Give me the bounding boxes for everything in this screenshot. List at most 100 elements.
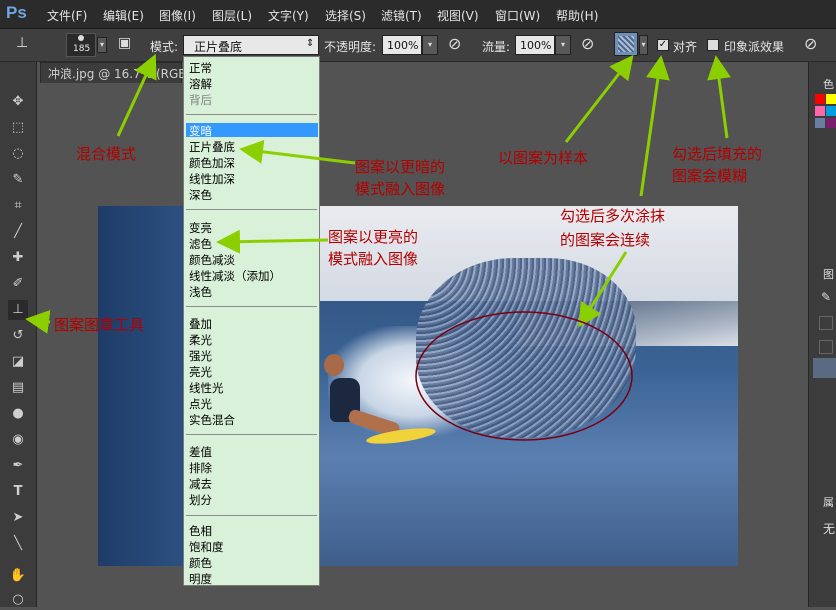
healing-icon[interactable]: ✚ — [8, 248, 28, 268]
move-icon[interactable]: ✥ — [8, 92, 28, 112]
annotation-sample: 以图案为样本 — [498, 149, 589, 167]
blend-hue[interactable]: 色相 — [189, 523, 212, 539]
swatch-gray[interactable] — [815, 118, 825, 128]
blend-multiply[interactable]: 正片叠底 — [189, 139, 235, 155]
swatch-yellow[interactable] — [826, 94, 836, 104]
align-checkbox[interactable]: ✓ — [657, 39, 669, 51]
blend-hard-mix[interactable]: 实色混合 — [189, 412, 235, 428]
blend-saturation[interactable]: 饱和度 — [189, 539, 224, 555]
annotation-stamp-tool: 图案图章工具 — [54, 316, 145, 334]
blend-lighten[interactable]: 变亮 — [189, 220, 212, 236]
blend-linear-dodge[interactable]: 线性减淡（添加） — [189, 268, 281, 284]
properties-empty-text: 无 — [823, 522, 836, 536]
layer-row-selected[interactable] — [813, 358, 836, 378]
stamp-preset-icon[interactable]: ⊥ — [16, 35, 28, 51]
annotation-aligned-1: 勾选后多次涂抹 — [560, 207, 666, 225]
annotation-darker-1: 图案以更暗的 — [355, 158, 446, 176]
gradient-icon[interactable]: ▤ — [8, 378, 28, 398]
annotation-blend-mode: 混合模式 — [76, 145, 137, 163]
blend-color[interactable]: 颜色 — [189, 555, 212, 571]
lasso-icon[interactable]: ◌ — [8, 144, 28, 164]
line-icon[interactable]: ╲ — [8, 534, 28, 554]
type-icon[interactable]: T — [8, 482, 28, 502]
blend-linear-burn[interactable]: 线性加深 — [189, 171, 235, 187]
opacity-dropdown-icon[interactable]: ▾ — [422, 35, 438, 55]
blend-pin-light[interactable]: 点光 — [189, 396, 212, 412]
blend-vivid-light[interactable]: 亮光 — [189, 364, 212, 380]
properties-panel-tab[interactable]: 属 — [823, 494, 834, 510]
flow-input[interactable]: 100% — [515, 35, 555, 55]
flow-dropdown-icon[interactable]: ▾ — [555, 35, 571, 55]
mode-label: 模式: — [150, 40, 179, 54]
blend-exclusion[interactable]: 排除 — [189, 460, 212, 476]
swatch-red[interactable] — [815, 94, 825, 104]
dodge-icon[interactable]: ◉ — [8, 430, 28, 450]
menu-view[interactable]: 视图(V) — [437, 7, 479, 24]
airbrush-icon[interactable]: ⊘ — [581, 34, 594, 53]
blend-lighter-color[interactable]: 浅色 — [189, 284, 212, 300]
blend-linear-light[interactable]: 线性光 — [189, 380, 224, 396]
blend-luminosity[interactable]: 明度 — [189, 571, 212, 587]
annotation-lighter-2: 模式融入图像 — [328, 250, 419, 268]
pressure-size-icon[interactable]: ⊘ — [804, 34, 817, 53]
layer-row[interactable] — [819, 340, 833, 354]
blend-darken[interactable]: 变暗 — [189, 123, 212, 139]
crop-icon[interactable]: ⌗ — [8, 196, 28, 216]
blend-overlay[interactable]: 叠加 — [189, 316, 212, 332]
brush-icon[interactable]: ✐ — [8, 274, 28, 294]
layer-brush-icon[interactable]: ✎ — [821, 290, 831, 304]
layers-panel-tab[interactable]: 图 — [823, 266, 834, 282]
menu-file[interactable]: 文件(F) — [47, 7, 87, 24]
flow-label: 流量: — [482, 40, 511, 54]
pattern-picker[interactable] — [614, 32, 638, 56]
menu-divider — [186, 434, 317, 435]
quick-select-icon[interactable]: ✎ — [8, 170, 28, 190]
blend-difference[interactable]: 差值 — [189, 444, 212, 460]
blend-soft-light[interactable]: 柔光 — [189, 332, 212, 348]
document-title: 冲浪.jpg @ 16.7% (RGB/8) — [48, 67, 203, 81]
menu-help[interactable]: 帮助(H) — [556, 7, 598, 24]
history-brush-icon[interactable]: ↺ — [8, 326, 28, 346]
color-panel-tab[interactable]: 色 — [823, 76, 834, 92]
eyedropper-icon[interactable]: ╱ — [8, 222, 28, 242]
pattern-dropdown-icon[interactable]: ▾ — [639, 35, 648, 55]
brush-preview[interactable]: 185 — [66, 33, 96, 57]
opacity-input[interactable]: 100% — [382, 35, 422, 55]
swatch-pink[interactable] — [815, 106, 825, 116]
menu-image[interactable]: 图像(I) — [159, 7, 196, 24]
layer-row[interactable] — [819, 316, 833, 330]
menu-select[interactable]: 选择(S) — [325, 7, 366, 24]
zoom-icon[interactable]: ○ — [8, 590, 28, 610]
marquee-icon[interactable]: ⬚ — [8, 118, 28, 138]
swatch-blue[interactable] — [826, 106, 836, 116]
menu-filter[interactable]: 滤镜(T) — [381, 7, 422, 24]
menu-window[interactable]: 窗口(W) — [495, 7, 540, 24]
pattern-stamp-icon[interactable]: ⊥ — [8, 300, 28, 320]
blend-color-dodge[interactable]: 颜色减淡 — [189, 252, 235, 268]
path-select-icon[interactable]: ➤ — [8, 508, 28, 528]
blend-subtract[interactable]: 减去 — [189, 476, 212, 492]
impressionist-checkbox[interactable] — [707, 39, 719, 51]
menu-layer[interactable]: 图层(L) — [212, 7, 252, 24]
eraser-icon[interactable]: ◪ — [8, 352, 28, 372]
pen-icon[interactable]: ✒ — [8, 456, 28, 476]
menu-edit[interactable]: 编辑(E) — [103, 7, 144, 24]
brush-dropdown-icon[interactable]: ▾ — [97, 37, 107, 53]
blur-icon[interactable]: ● — [8, 404, 28, 424]
blend-color-burn[interactable]: 颜色加深 — [189, 155, 235, 171]
blend-screen[interactable]: 滤色 — [189, 236, 212, 252]
mode-select[interactable]: 正片叠底 ⇕ — [183, 35, 319, 55]
surfer-head — [324, 354, 344, 376]
blend-mode-menu[interactable]: 正常 溶解 背后 变暗 正片叠底 颜色加深 线性加深 深色 变亮 滤色 颜色减淡… — [183, 56, 320, 586]
blend-dissolve[interactable]: 溶解 — [189, 76, 212, 92]
blend-darker-color[interactable]: 深色 — [189, 187, 212, 203]
blend-divide[interactable]: 划分 — [189, 492, 212, 508]
brush-dot-icon — [78, 35, 84, 41]
swatch-purple[interactable] — [826, 118, 836, 128]
hand-icon[interactable]: ✋ — [8, 566, 28, 586]
blend-normal[interactable]: 正常 — [189, 60, 212, 76]
menu-type[interactable]: 文字(Y) — [268, 7, 309, 24]
brush-panel-icon[interactable]: ▣ — [118, 35, 131, 51]
pressure-opacity-icon[interactable]: ⊘ — [448, 34, 461, 53]
blend-hard-light[interactable]: 强光 — [189, 348, 212, 364]
